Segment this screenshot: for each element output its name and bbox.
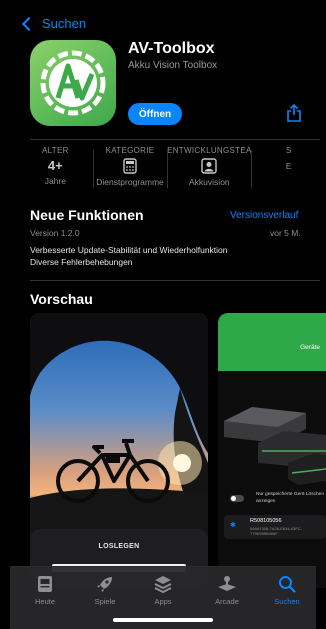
tab-label: Suchen [274,597,300,606]
search-icon [279,576,296,593]
shot2-filter-row: Nur gespeicherte Gerä Löschen anzeigen [218,485,326,515]
info-category: KATEGORIE Dienstprogramme [92,146,168,192]
info-head: S [285,146,292,155]
shot2-header: Geräte [218,313,326,371]
release-note: Diverse Fehlerbehebungen [30,257,133,267]
tab-label: Heute [34,597,55,606]
chevron-left-icon [21,16,37,31]
share-icon [287,103,301,122]
toggle-switch [230,495,244,502]
tab-label: Arcade [215,597,239,606]
share-button[interactable] [286,103,302,122]
info-value: E [285,161,292,171]
tab-spiele[interactable]: Spiele [80,575,130,606]
tab-apps[interactable]: Apps [138,575,188,606]
open-button[interactable]: Öffnen [128,103,182,125]
version-age: vor 5 M. [270,228,301,238]
info-value: Akkuvision [189,177,230,187]
info-strip[interactable]: ALTER 4+ Jahre KATEGORIE Dienstprogramme… [18,146,326,192]
app-subtitle: Akku Vision Toolbox [128,60,218,71]
screenshot-2[interactable]: Geräte Nur gespeicherte Gerä Löschen anz… [218,313,326,588]
shot2-device-id: R508105056 [250,518,282,524]
joystick-icon [218,576,236,591]
person-square-icon [201,158,218,174]
version-history-link[interactable]: Versionsverlauf [230,210,298,221]
info-head: ENTWICKLUNGSTEA [167,146,252,155]
tab-label: Apps [154,597,172,606]
whats-new-title: Neue Funktionen [30,207,144,223]
shot2-header-title: Geräte [300,344,320,351]
rocket-icon [97,577,112,592]
today-icon [38,576,52,592]
app-title: AV-Toolbox [128,40,215,57]
info-developer: ENTWICKLUNGSTEA Akkuvision [167,146,251,192]
screenshot-1[interactable]: LOSLEGEN [30,313,208,588]
home-indicator [113,618,213,622]
back-button[interactable]: Suchen [21,16,87,31]
info-more: S E [251,146,326,192]
info-value: Jahre [44,176,66,186]
tab-arcade[interactable]: Arcade [202,575,252,606]
start-button-label: LOSLEGEN [98,543,140,550]
bluetooth-icon: ✱ [230,522,236,529]
version-label: Version 1.2.0 [30,228,80,238]
battery-packs-image [224,407,326,485]
info-head: KATEGORIE [105,146,155,155]
preview-title: Vorschau [30,291,93,307]
info-big: 4+ [47,158,63,173]
shot2-device-uuid: 566A1308-7A26-E634-63FC-779E555B406F [250,526,303,536]
divider [30,139,320,140]
shot2-device-row: ✱ R508105056 566A1308-7A26-E634-63FC-779… [224,515,326,539]
tab-suchen[interactable]: Suchen [262,575,312,606]
calculator-icon [123,158,137,174]
apps-stack-icon [154,576,172,593]
info-head: ALTER [41,146,69,155]
info-age: ALTER 4+ Jahre [18,146,93,192]
tab-heute[interactable]: Heute [20,575,70,606]
info-value: Dienstprogramme [96,177,164,187]
back-label: Suchen [42,16,87,31]
tab-label: Spiele [94,597,116,606]
app-icon [30,40,116,126]
release-note: Verbesserte Update-Stabilität und Wieder… [30,245,228,255]
shot2-toggle-label: Nur gespeicherte Gerä Löschen anzeigen [256,492,324,504]
divider [30,280,320,281]
